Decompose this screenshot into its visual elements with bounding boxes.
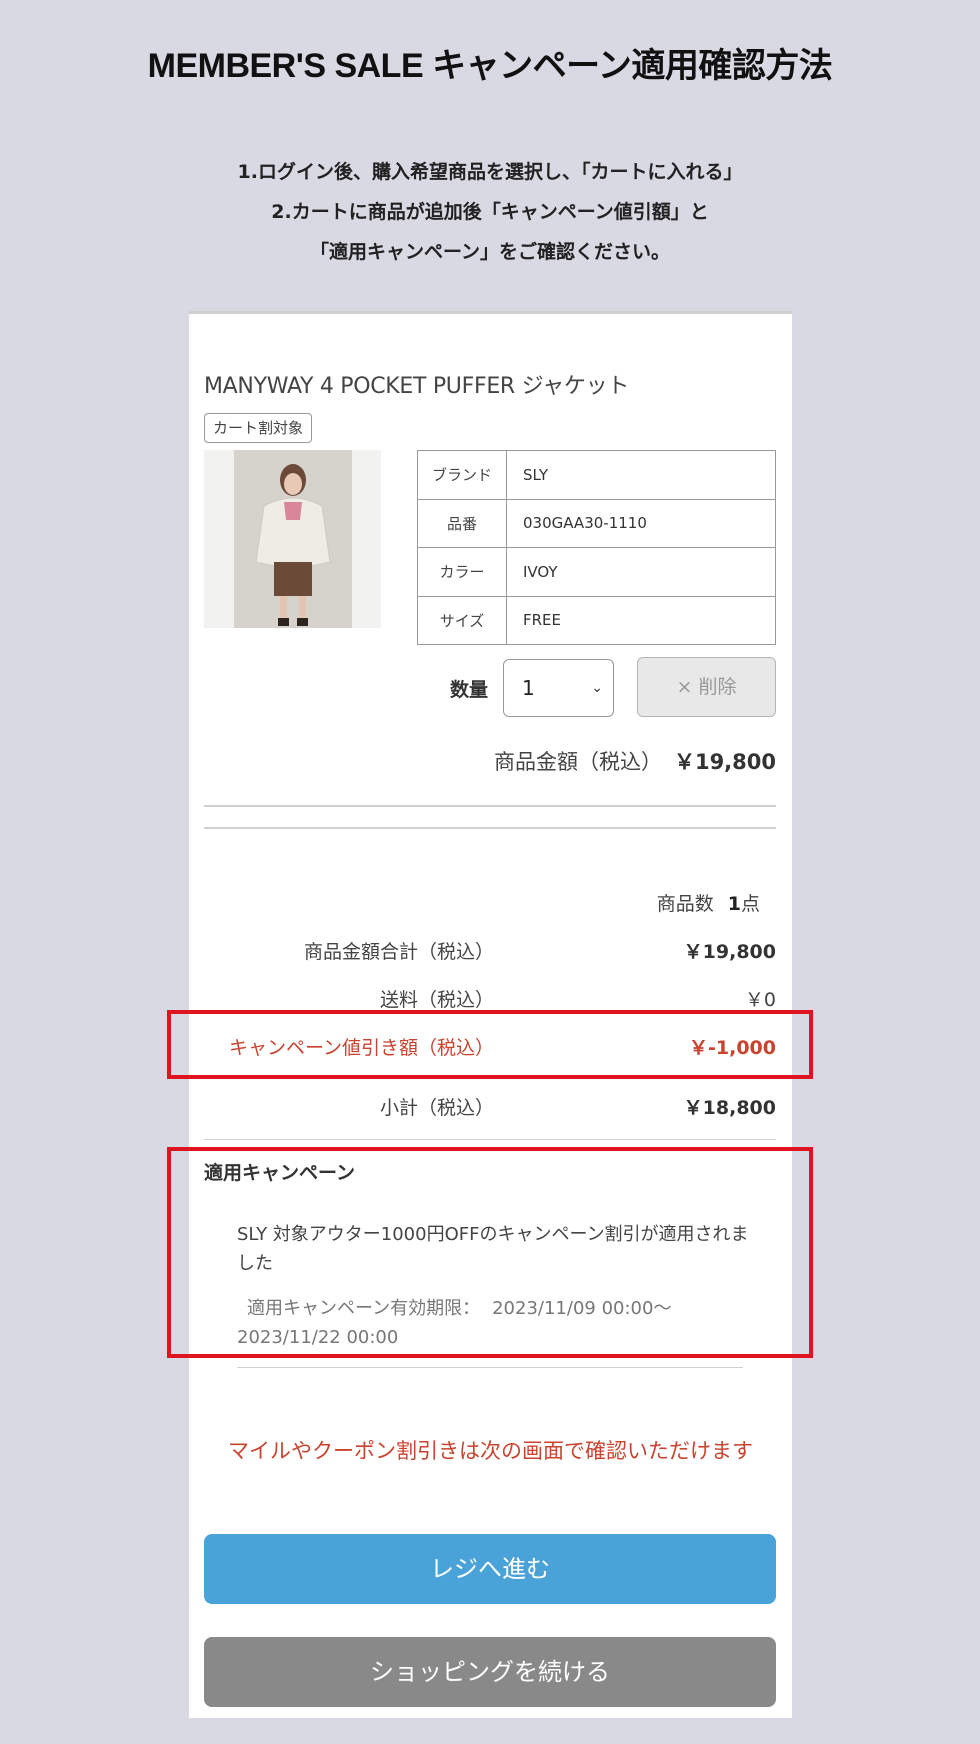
item-price-value: ￥19,800 bbox=[673, 750, 776, 774]
cart-discount-tag: カート割対象 bbox=[204, 413, 313, 443]
product-image[interactable] bbox=[204, 450, 381, 628]
quantity-select[interactable]: 1 ⌄ bbox=[503, 659, 614, 717]
spec-value: IVOY bbox=[506, 547, 776, 597]
delete-button[interactable]: × 削除 bbox=[637, 657, 776, 717]
item-price-label: 商品金額（税込） bbox=[493, 750, 662, 774]
subtotal-row: 小計（税込） ￥18,800 bbox=[204, 1093, 776, 1123]
item-count-value: 1 bbox=[727, 893, 741, 915]
spec-key: カラー bbox=[417, 547, 507, 597]
item-count-unit: 点 bbox=[740, 893, 760, 915]
shipping-label: 送料（税込） bbox=[379, 989, 494, 1011]
divider bbox=[204, 805, 776, 807]
divider bbox=[204, 1139, 776, 1140]
item-count-label: 商品数 bbox=[656, 893, 714, 915]
discount-highlight-box bbox=[167, 1010, 813, 1079]
subtotal-label: 小計（税込） bbox=[379, 1097, 494, 1119]
shipping-value: ￥0 bbox=[744, 989, 776, 1011]
quantity-value: 1 bbox=[522, 676, 535, 700]
campaign-highlight-box bbox=[167, 1147, 813, 1358]
product-name[interactable]: MANYWAY 4 POCKET PUFFER ジャケット bbox=[204, 368, 629, 400]
spec-row-color: カラー IVOY bbox=[417, 547, 776, 597]
product-photo-illustration bbox=[255, 464, 331, 626]
spec-row-size: サイズ FREE bbox=[417, 595, 776, 645]
item-price-row: 商品金額（税込） ￥19,800 bbox=[494, 746, 776, 776]
instruction-line-1: 1.ログイン後、購入希望商品を選択し、「カートに入れる」 bbox=[237, 161, 743, 183]
items-total-value: ￥19,800 bbox=[683, 941, 776, 963]
continue-shopping-button[interactable]: ショッピングを続ける bbox=[204, 1637, 776, 1707]
instruction-line-2: 2.カートに商品が追加後「キャンペーン値引額」と bbox=[271, 201, 709, 223]
product-spec-table: ブランド SLY 品番 030GAA30-1110 カラー IVOY サイズ F… bbox=[417, 450, 776, 645]
discount-note: マイルやクーポン割引きは次の画面で確認いただけます bbox=[228, 1439, 753, 1463]
instructions: 1.ログイン後、購入希望商品を選択し、「カートに入れる」 2.カートに商品が追加… bbox=[0, 152, 980, 272]
spec-row-brand: ブランド SLY bbox=[417, 450, 776, 500]
quantity-label: 数量 bbox=[450, 679, 489, 701]
spec-row-sku: 品番 030GAA30-1110 bbox=[417, 498, 776, 548]
spec-value: SLY bbox=[506, 450, 776, 500]
items-total-row: 商品金額合計（税込） ￥19,800 bbox=[204, 937, 776, 967]
spec-key: 品番 bbox=[417, 498, 507, 548]
subtotal-value: ￥18,800 bbox=[683, 1097, 776, 1119]
instruction-line-3: 「適用キャンペーン」をご確認ください。 bbox=[309, 241, 671, 263]
checkout-button[interactable]: レジへ進む bbox=[204, 1534, 776, 1604]
spec-value: FREE bbox=[506, 595, 776, 645]
page-title: MEMBER'S SALE キャンペーン適用確認方法 bbox=[147, 47, 833, 85]
item-count-row: 商品数 1点 bbox=[657, 889, 760, 916]
spec-key: ブランド bbox=[417, 450, 507, 500]
chevron-down-icon: ⌄ bbox=[591, 680, 603, 696]
divider bbox=[237, 1367, 743, 1368]
items-total-label: 商品金額合計（税込） bbox=[303, 941, 494, 963]
spec-value: 030GAA30-1110 bbox=[506, 498, 776, 548]
spec-key: サイズ bbox=[417, 595, 507, 645]
divider bbox=[204, 827, 776, 829]
